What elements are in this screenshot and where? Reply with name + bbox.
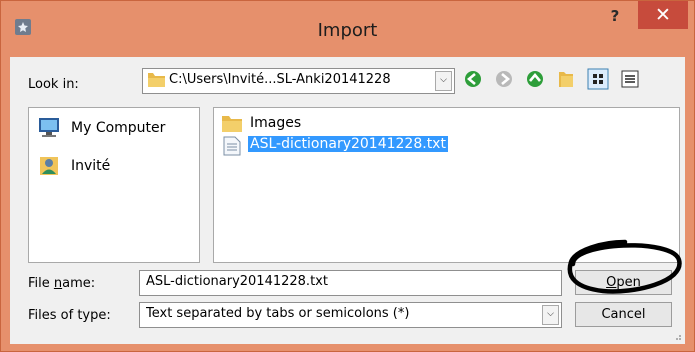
detail-view-icon[interactable]: [619, 68, 641, 90]
file-name-value: ASL-dictionary20141228.txt: [146, 274, 328, 289]
file-name-selected: ASL-dictionary20141228.txt: [248, 136, 448, 152]
help-button[interactable]: ?: [601, 7, 629, 29]
look-in-path: C:\Users\Invité...SL-Anki20141228: [169, 72, 391, 87]
up-arrow-icon[interactable]: [524, 68, 546, 90]
computer-icon: [39, 118, 59, 137]
annotation-circle: [567, 239, 682, 294]
forward-arrow-icon[interactable]: [493, 68, 515, 90]
user-icon: [40, 157, 58, 175]
dialog-body: Look in: C:\Users\Invité...SL-Anki201412…: [10, 57, 685, 344]
list-item[interactable]: ASL-dictionary20141228.txt: [220, 136, 490, 156]
window-title: Import: [317, 20, 378, 41]
folder-icon: [222, 116, 242, 132]
close-button[interactable]: ✕: [638, 1, 688, 29]
files-of-type-label: Files of type:: [28, 308, 111, 323]
chevron-down-icon[interactable]: ⌵: [435, 71, 452, 91]
files-of-type-combo[interactable]: Text separated by tabs or semicolons (*)…: [139, 302, 562, 328]
file-name-field[interactable]: ASL-dictionary20141228.txt: [139, 270, 562, 296]
sidebar-item-my-computer[interactable]: My Computer: [29, 116, 199, 142]
files-of-type-value: Text separated by tabs or semicolons (*): [146, 306, 410, 321]
look-in-combo[interactable]: C:\Users\Invité...SL-Anki20141228 ⌵: [142, 68, 455, 94]
list-item[interactable]: Images: [220, 114, 420, 134]
text-file-icon: [223, 136, 241, 156]
chevron-down-icon[interactable]: ⌵: [542, 305, 559, 325]
file-name: Images: [250, 115, 302, 131]
sidebar-item-invite[interactable]: Invité: [29, 152, 199, 178]
title-bar[interactable]: Import ? ✕: [1, 1, 694, 57]
new-folder-icon[interactable]: [555, 68, 577, 90]
places-sidebar: My Computer Invité: [28, 107, 200, 263]
folder-icon: [148, 73, 165, 87]
list-view-icon[interactable]: [587, 68, 609, 90]
import-dialog: Import ? ✕ Look in: C:\Users\Invité...SL…: [0, 0, 695, 352]
back-arrow-icon[interactable]: [462, 68, 484, 90]
resize-grip-icon[interactable]: [672, 331, 682, 341]
sidebar-item-label: Invité: [71, 158, 111, 174]
sidebar-item-label: My Computer: [71, 120, 166, 136]
look-in-label: Look in:: [28, 77, 79, 92]
cancel-button[interactable]: Cancel: [575, 302, 672, 327]
file-name-label: File name:: [28, 276, 96, 291]
